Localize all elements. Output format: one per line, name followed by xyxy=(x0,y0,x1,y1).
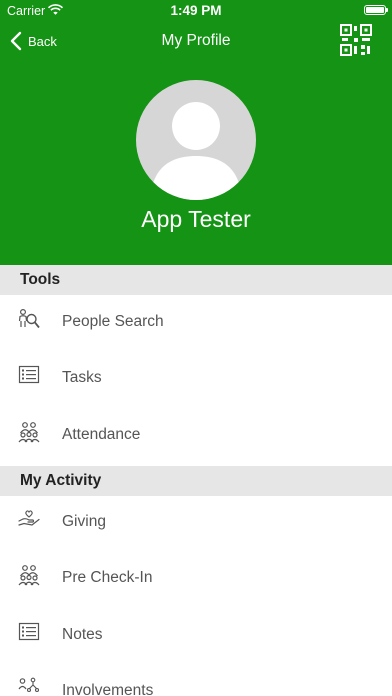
group-icon xyxy=(18,422,40,443)
involvements-icon xyxy=(18,677,40,693)
qr-code-icon xyxy=(340,24,372,56)
list-item-pre-check-in[interactable]: Pre Check-In xyxy=(0,551,392,607)
status-time: 1:49 PM xyxy=(170,3,222,18)
battery-icon xyxy=(364,5,388,15)
list-item-giving[interactable]: Giving xyxy=(0,495,392,551)
list-item-label: Notes xyxy=(62,626,103,643)
group-icon xyxy=(18,565,40,586)
list-item-tasks[interactable]: Tasks xyxy=(0,351,392,407)
list-item-involvements[interactable]: Involvements xyxy=(0,664,392,696)
list-icon xyxy=(18,622,40,641)
profile-name: App Tester xyxy=(141,206,251,232)
qr-code-button[interactable] xyxy=(340,24,372,56)
list-item-label: People Search xyxy=(62,313,164,330)
list-item-label: Involvements xyxy=(62,682,154,696)
people-search-icon xyxy=(18,308,40,329)
list-item-notes[interactable]: Notes xyxy=(0,608,392,664)
section-header-my-activity: My Activity xyxy=(0,466,392,496)
section-header-tools: Tools xyxy=(0,265,392,295)
avatar[interactable] xyxy=(136,80,256,200)
list-item-label: Attendance xyxy=(62,426,141,443)
list-item-people-search[interactable]: People Search xyxy=(0,295,392,351)
profile-header: Carrier 1:49 PM Back My Profile App Test… xyxy=(0,0,392,265)
status-bar: Carrier 1:49 PM xyxy=(0,0,392,22)
person-placeholder-icon xyxy=(150,102,242,200)
page-title: My Profile xyxy=(161,32,231,49)
giving-hand-icon xyxy=(18,510,40,526)
list-item-attendance[interactable]: Attendance xyxy=(0,408,392,464)
list-item-label: Giving xyxy=(62,513,106,530)
list-item-label: Pre Check-In xyxy=(62,569,153,586)
list-item-label: Tasks xyxy=(62,369,102,386)
list-icon xyxy=(18,365,40,384)
